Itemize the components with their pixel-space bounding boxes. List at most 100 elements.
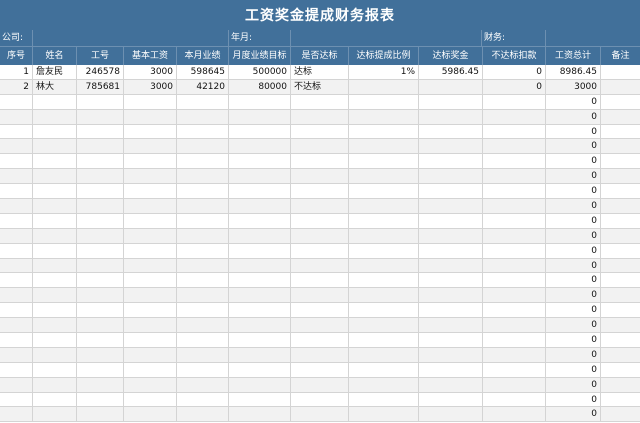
cell-note[interactable]	[601, 348, 640, 362]
cell-deduct[interactable]	[483, 288, 546, 303]
cell-note[interactable]	[601, 214, 640, 228]
cell-bonus[interactable]	[419, 184, 483, 199]
cell-bonus[interactable]: 5986.45	[419, 65, 483, 79]
cell-met[interactable]: 不达标	[291, 79, 349, 94]
cell-perf[interactable]	[177, 318, 229, 333]
cell-base[interactable]	[124, 303, 177, 318]
cell-bonus[interactable]	[419, 377, 483, 392]
cell-base[interactable]	[124, 392, 177, 407]
cell-base[interactable]	[124, 184, 177, 199]
cell-ratio[interactable]	[349, 199, 419, 214]
month-label[interactable]: 年月:	[229, 30, 291, 46]
cell-ratio[interactable]	[349, 94, 419, 109]
cell-deduct[interactable]	[483, 124, 546, 139]
cell-base[interactable]	[124, 273, 177, 288]
cell-seq[interactable]	[0, 377, 33, 392]
cell-id[interactable]	[77, 228, 124, 243]
cell-note[interactable]	[601, 169, 640, 183]
column-header-met[interactable]: 是否达标	[291, 47, 349, 65]
cell-ratio[interactable]	[349, 79, 419, 94]
cell-target[interactable]	[229, 139, 291, 154]
column-header-name[interactable]: 姓名	[33, 47, 77, 65]
cell-perf[interactable]	[177, 139, 229, 154]
cell-total[interactable]: 0	[546, 258, 601, 273]
cell-deduct[interactable]	[483, 318, 546, 333]
cell-target[interactable]	[229, 243, 291, 258]
cell-deduct[interactable]	[483, 184, 546, 199]
cell-name[interactable]	[33, 169, 77, 184]
column-header-perf[interactable]: 本月业绩	[177, 47, 229, 65]
cell-ratio[interactable]	[349, 228, 419, 243]
cell-met[interactable]	[291, 199, 349, 214]
cell-name[interactable]: 林大	[33, 79, 77, 94]
cell-target[interactable]	[229, 94, 291, 109]
cell-met[interactable]	[291, 288, 349, 303]
cell-total[interactable]: 0	[546, 154, 601, 169]
cell-base[interactable]	[124, 139, 177, 154]
cell-name[interactable]	[33, 109, 77, 124]
cell-seq[interactable]	[0, 407, 33, 422]
cell-deduct[interactable]	[483, 303, 546, 318]
cell-note[interactable]	[601, 125, 640, 139]
cell-target[interactable]	[229, 303, 291, 318]
cell-target[interactable]	[229, 377, 291, 392]
cell-target[interactable]	[229, 184, 291, 199]
cell-perf[interactable]: 598645	[177, 65, 229, 79]
cell-perf[interactable]	[177, 243, 229, 258]
cell-seq[interactable]: 2	[0, 79, 33, 94]
cell-id[interactable]	[77, 377, 124, 392]
cell-note[interactable]	[601, 139, 640, 153]
cell-seq[interactable]	[0, 94, 33, 109]
cell-id[interactable]	[77, 213, 124, 228]
cell-total[interactable]: 0	[546, 392, 601, 407]
cell-name[interactable]	[33, 94, 77, 109]
cell-bonus[interactable]	[419, 213, 483, 228]
cell-note[interactable]	[601, 273, 640, 287]
cell-total[interactable]: 0	[546, 184, 601, 199]
cell-met[interactable]: 达标	[291, 65, 349, 79]
cell-ratio[interactable]	[349, 109, 419, 124]
cell-deduct[interactable]: 0	[483, 79, 546, 94]
cell-seq[interactable]	[0, 303, 33, 318]
cell-id[interactable]	[77, 333, 124, 348]
cell-base[interactable]	[124, 288, 177, 303]
cell-base[interactable]	[124, 407, 177, 422]
cell-seq[interactable]	[0, 392, 33, 407]
cell-note[interactable]	[601, 378, 640, 392]
cell-total[interactable]: 0	[546, 407, 601, 422]
cell-deduct[interactable]	[483, 392, 546, 407]
cell-total[interactable]: 0	[546, 377, 601, 392]
cell-base[interactable]	[124, 109, 177, 124]
cell-note[interactable]	[601, 363, 640, 377]
cell-ratio[interactable]	[349, 169, 419, 184]
cell-target[interactable]	[229, 124, 291, 139]
cell-note[interactable]	[601, 154, 640, 168]
cell-met[interactable]	[291, 243, 349, 258]
cell-base[interactable]	[124, 124, 177, 139]
cell-deduct[interactable]: 0	[483, 65, 546, 79]
cell-met[interactable]	[291, 303, 349, 318]
cell-met[interactable]	[291, 169, 349, 184]
cell-id[interactable]	[77, 94, 124, 109]
month-value-cell[interactable]	[291, 30, 482, 46]
cell-note[interactable]	[601, 80, 640, 94]
cell-id[interactable]	[77, 139, 124, 154]
cell-seq[interactable]: 1	[0, 65, 33, 79]
cell-id[interactable]	[77, 184, 124, 199]
cell-name[interactable]	[33, 303, 77, 318]
cell-total[interactable]: 0	[546, 109, 601, 124]
cell-perf[interactable]	[177, 273, 229, 288]
column-header-deduct[interactable]: 不达标扣款	[483, 47, 546, 65]
cell-id[interactable]	[77, 288, 124, 303]
cell-ratio[interactable]	[349, 318, 419, 333]
cell-name[interactable]	[33, 318, 77, 333]
cell-perf[interactable]	[177, 258, 229, 273]
cell-id[interactable]	[77, 199, 124, 214]
cell-target[interactable]: 80000	[229, 79, 291, 94]
cell-deduct[interactable]	[483, 199, 546, 214]
cell-base[interactable]	[124, 228, 177, 243]
cell-id[interactable]	[77, 273, 124, 288]
cell-total[interactable]: 0	[546, 213, 601, 228]
cell-bonus[interactable]	[419, 228, 483, 243]
cell-bonus[interactable]	[419, 243, 483, 258]
